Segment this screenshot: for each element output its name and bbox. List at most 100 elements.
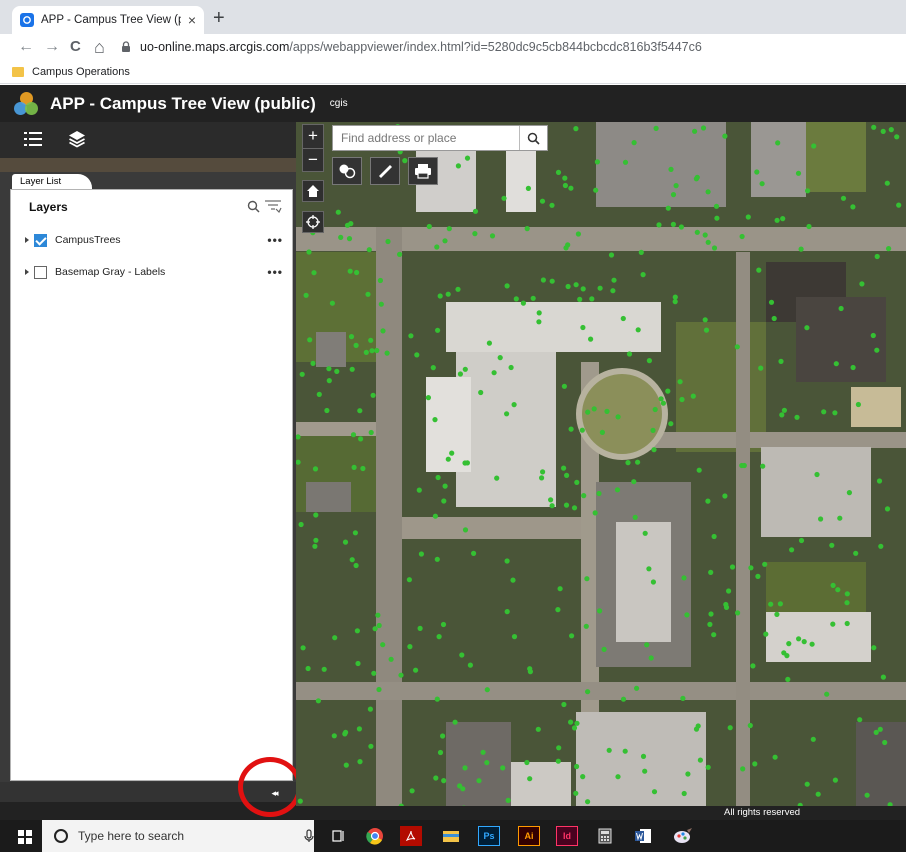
tree-point[interactable] (850, 204, 856, 210)
tree-point[interactable] (464, 155, 471, 161)
tree-point[interactable] (350, 432, 357, 438)
tree-point[interactable] (632, 514, 638, 520)
tree-point[interactable] (331, 733, 337, 739)
tree-point[interactable] (354, 628, 360, 634)
tree-point[interactable] (425, 395, 431, 401)
tree-point[interactable] (599, 429, 605, 435)
tree-point[interactable] (505, 797, 511, 804)
tree-point[interactable] (670, 221, 676, 227)
tree-point[interactable] (771, 315, 777, 322)
tree-point[interactable] (591, 406, 597, 412)
tree-point[interactable] (634, 685, 640, 691)
tree-point[interactable] (343, 762, 349, 768)
tree-point[interactable] (484, 760, 490, 766)
tree-point[interactable] (580, 324, 586, 331)
tree-point[interactable] (601, 646, 607, 653)
tree-point[interactable] (711, 533, 717, 540)
tree-point[interactable] (357, 408, 363, 414)
tree-point[interactable] (651, 447, 657, 453)
reload-button[interactable]: C (70, 36, 81, 58)
tree-point[interactable] (480, 749, 486, 755)
tree-point[interactable] (347, 268, 353, 274)
tree-point[interactable] (880, 128, 886, 134)
tree-point[interactable] (722, 133, 728, 139)
tree-point[interactable] (580, 286, 586, 292)
tree-point[interactable] (520, 300, 526, 306)
tree-point[interactable] (435, 327, 441, 333)
tree-point[interactable] (568, 719, 574, 725)
tree-point[interactable] (452, 719, 458, 725)
tree-point[interactable] (504, 411, 510, 417)
tree-point[interactable] (388, 656, 394, 662)
tree-point[interactable] (471, 550, 477, 556)
tree-point[interactable] (693, 726, 700, 732)
tree-point[interactable] (426, 223, 432, 230)
tree-point[interactable] (536, 310, 542, 316)
tree-point[interactable] (555, 607, 561, 613)
tree-point[interactable] (397, 251, 403, 257)
tree-point[interactable] (606, 747, 612, 753)
tree-point[interactable] (564, 472, 570, 478)
tree-point[interactable] (375, 612, 381, 618)
tree-point[interactable] (457, 371, 463, 377)
tree-point[interactable] (577, 296, 583, 302)
tree-point[interactable] (745, 214, 751, 220)
tree-point[interactable] (696, 467, 702, 473)
tree-point[interactable] (886, 246, 892, 252)
tree-point[interactable] (588, 336, 594, 342)
tree-point[interactable] (670, 192, 677, 198)
tree-point[interactable] (759, 181, 765, 187)
tree-point[interactable] (435, 474, 441, 481)
tree-point[interactable] (569, 633, 575, 639)
tree-point[interactable] (351, 464, 357, 470)
paint-app-icon[interactable] (672, 826, 694, 846)
tree-point[interactable] (460, 786, 466, 792)
tree-point[interactable] (642, 768, 648, 774)
tree-point[interactable] (581, 493, 587, 499)
bookmark-campus-operations[interactable]: Campus Operations (32, 66, 130, 78)
tree-point[interactable] (694, 174, 700, 180)
tree-point[interactable] (398, 672, 404, 678)
tree-point[interactable] (610, 288, 616, 294)
close-icon[interactable]: × (188, 12, 196, 28)
task-view-icon[interactable] (328, 826, 350, 846)
tree-point[interactable] (555, 169, 562, 175)
tree-point[interactable] (762, 561, 768, 567)
tree-point[interactable] (672, 294, 678, 300)
tree-point[interactable] (685, 771, 691, 777)
tree-point[interactable] (376, 686, 382, 693)
tree-point[interactable] (462, 460, 468, 466)
tree-point[interactable] (625, 460, 631, 466)
zoom-out-button[interactable]: − (303, 148, 323, 171)
tree-point[interactable] (777, 601, 783, 607)
tree-point[interactable] (713, 203, 720, 209)
tree-point[interactable] (342, 731, 348, 737)
tree-point[interactable] (884, 180, 890, 186)
tree-point[interactable] (874, 253, 880, 260)
tree-point[interactable] (684, 612, 690, 618)
tree-point[interactable] (747, 722, 753, 729)
tree-point[interactable] (844, 620, 850, 627)
tree-point[interactable] (702, 232, 708, 238)
tree-point[interactable] (338, 234, 344, 240)
tree-point[interactable] (592, 510, 598, 516)
tree-point[interactable] (832, 410, 838, 416)
tree-point[interactable] (548, 497, 554, 503)
tree-point[interactable] (348, 334, 355, 340)
tree-point[interactable] (312, 543, 318, 549)
tree-point[interactable] (525, 185, 531, 191)
tree-point[interactable] (555, 758, 561, 764)
tree-point[interactable] (585, 409, 591, 415)
tree-point[interactable] (705, 189, 711, 195)
tree-point[interactable] (838, 305, 844, 312)
tree-point[interactable] (748, 565, 754, 571)
tree-point[interactable] (830, 582, 836, 588)
browser-tab[interactable]: APP - Campus Tree View (public) × (12, 6, 204, 34)
tree-point[interactable] (376, 622, 382, 629)
tree-point[interactable] (494, 475, 500, 481)
tree-point[interactable] (489, 233, 496, 239)
tree-point[interactable] (681, 790, 687, 797)
tree-point[interactable] (562, 175, 568, 181)
tree-point[interactable] (726, 588, 732, 594)
tree-point[interactable] (846, 490, 853, 496)
